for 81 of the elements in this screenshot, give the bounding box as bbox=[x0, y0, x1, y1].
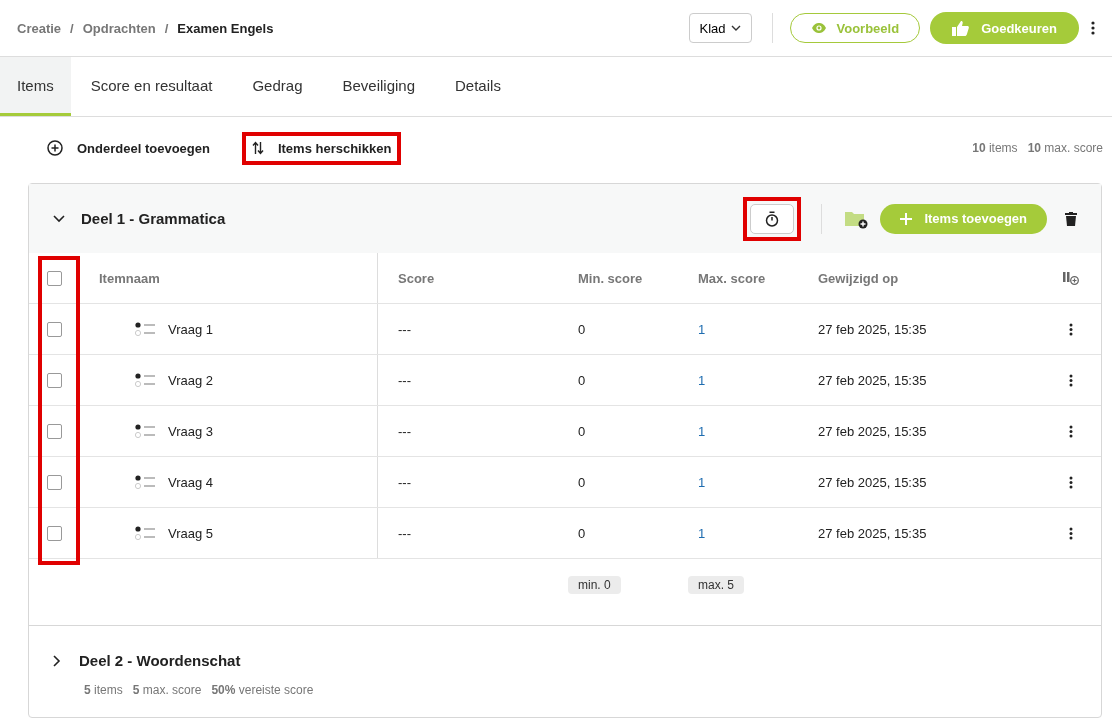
total-badge: max. 5 bbox=[688, 576, 744, 594]
radio-list-icon bbox=[134, 474, 156, 490]
breadcrumb-link[interactable]: Opdrachten bbox=[82, 20, 156, 36]
table-cell-text: 0 bbox=[577, 474, 587, 490]
more-vertical-icon[interactable] bbox=[1069, 526, 1073, 540]
table-cell-text: --- bbox=[397, 474, 412, 490]
breadcrumb-current: Examen Engels bbox=[177, 20, 274, 36]
select-all-checkbox[interactable] bbox=[46, 270, 62, 286]
plus-icon bbox=[900, 212, 913, 225]
more-vertical-icon[interactable] bbox=[1069, 475, 1073, 489]
row-checkbox[interactable] bbox=[46, 525, 62, 541]
radio-list-icon bbox=[134, 372, 156, 388]
item-name[interactable]: Vraag 5 bbox=[168, 525, 214, 541]
item-name[interactable]: Vraag 2 bbox=[168, 372, 214, 388]
tab[interactable]: Gedrag bbox=[232, 57, 323, 116]
table-cell-text: 1 bbox=[697, 321, 707, 337]
breadcrumb-separator: / bbox=[70, 20, 74, 36]
breadcrumb-link[interactable]: Creatie bbox=[17, 20, 62, 36]
tab[interactable]: Items bbox=[0, 57, 71, 116]
table-cell-text: --- bbox=[397, 372, 412, 388]
row-checkbox[interactable] bbox=[46, 474, 62, 490]
row-checkbox[interactable] bbox=[46, 372, 62, 388]
table-cell-text: --- bbox=[397, 321, 412, 337]
table-cell-text: 0 bbox=[577, 525, 587, 541]
table-cell-text: 27 feb 2025, 15:35 bbox=[817, 423, 928, 439]
total-badge: min. 0 bbox=[568, 576, 621, 594]
table-cell-text: 1 bbox=[697, 474, 707, 490]
radio-list-icon bbox=[134, 321, 156, 337]
section-title: Deel 2 - Woordenschat bbox=[79, 652, 242, 669]
trash-icon[interactable] bbox=[1065, 211, 1077, 226]
radio-list-icon bbox=[134, 525, 156, 541]
section-title: Deel 1 - Grammatica bbox=[81, 210, 227, 227]
summary-stat: 10 items bbox=[972, 141, 1018, 155]
chevron-down-icon bbox=[730, 25, 741, 31]
table-cell-text: --- bbox=[397, 525, 412, 541]
column-header: Min. score bbox=[577, 270, 644, 286]
tab[interactable]: Details bbox=[435, 57, 521, 116]
breadcrumb-separator: / bbox=[164, 20, 169, 36]
chevron-down-icon[interactable] bbox=[53, 214, 65, 223]
add-section-button[interactable]: Onderdeel toevoegen bbox=[37, 131, 220, 165]
row-checkbox[interactable] bbox=[46, 423, 62, 439]
stopwatch-icon bbox=[765, 210, 780, 227]
more-vertical-icon[interactable] bbox=[1069, 322, 1073, 336]
section-stat: 5 items bbox=[84, 683, 123, 697]
status-dropdown[interactable]: Klad bbox=[688, 13, 752, 43]
thumbs-up-icon bbox=[952, 20, 970, 36]
plus-circle-icon bbox=[47, 140, 63, 156]
table-cell-text: 27 feb 2025, 15:35 bbox=[817, 321, 928, 337]
chevron-right-icon[interactable] bbox=[53, 654, 61, 667]
table-cell-text: --- bbox=[397, 423, 412, 439]
table-cell-text: 0 bbox=[577, 372, 587, 388]
tab[interactable]: Score en resultaat bbox=[70, 57, 233, 116]
radio-list-icon bbox=[134, 423, 156, 439]
more-vertical-icon[interactable] bbox=[1069, 424, 1073, 438]
table-cell-text: 1 bbox=[697, 525, 707, 541]
summary-stat: 10 max. score bbox=[1027, 141, 1103, 155]
column-header: Itemnaam bbox=[79, 253, 378, 303]
item-name[interactable]: Vraag 3 bbox=[168, 423, 214, 439]
table-cell-text: 0 bbox=[577, 423, 587, 439]
item-name[interactable]: Vraag 1 bbox=[168, 321, 214, 337]
timer-button[interactable] bbox=[750, 203, 795, 234]
section-stat: 50% vereiste score bbox=[211, 683, 314, 697]
table-cell-text: 27 feb 2025, 15:35 bbox=[817, 474, 928, 490]
table-cell-text: 27 feb 2025, 15:35 bbox=[817, 372, 928, 388]
section-stat: 5 max. score bbox=[132, 683, 202, 697]
column-header: Max. score bbox=[697, 270, 767, 286]
row-checkbox[interactable] bbox=[46, 321, 62, 337]
more-vertical-icon[interactable] bbox=[1069, 373, 1073, 387]
table-cell-text: 27 feb 2025, 15:35 bbox=[817, 525, 928, 541]
item-name[interactable]: Vraag 4 bbox=[168, 474, 214, 490]
sort-arrows-icon bbox=[251, 141, 264, 155]
table-cell-text: 1 bbox=[697, 423, 707, 439]
more-vertical-icon[interactable] bbox=[1091, 21, 1095, 35]
table-cell-text: 1 bbox=[697, 372, 707, 388]
columns-settings-icon[interactable] bbox=[1063, 271, 1079, 285]
column-header: Gewijzigd op bbox=[817, 270, 900, 286]
tab[interactable]: Beveiliging bbox=[322, 57, 436, 116]
eye-icon bbox=[810, 22, 827, 34]
table-cell-text: 0 bbox=[577, 321, 587, 337]
reorder-items-button[interactable]: Items herschikken bbox=[241, 131, 402, 165]
column-header: Score bbox=[397, 270, 436, 286]
